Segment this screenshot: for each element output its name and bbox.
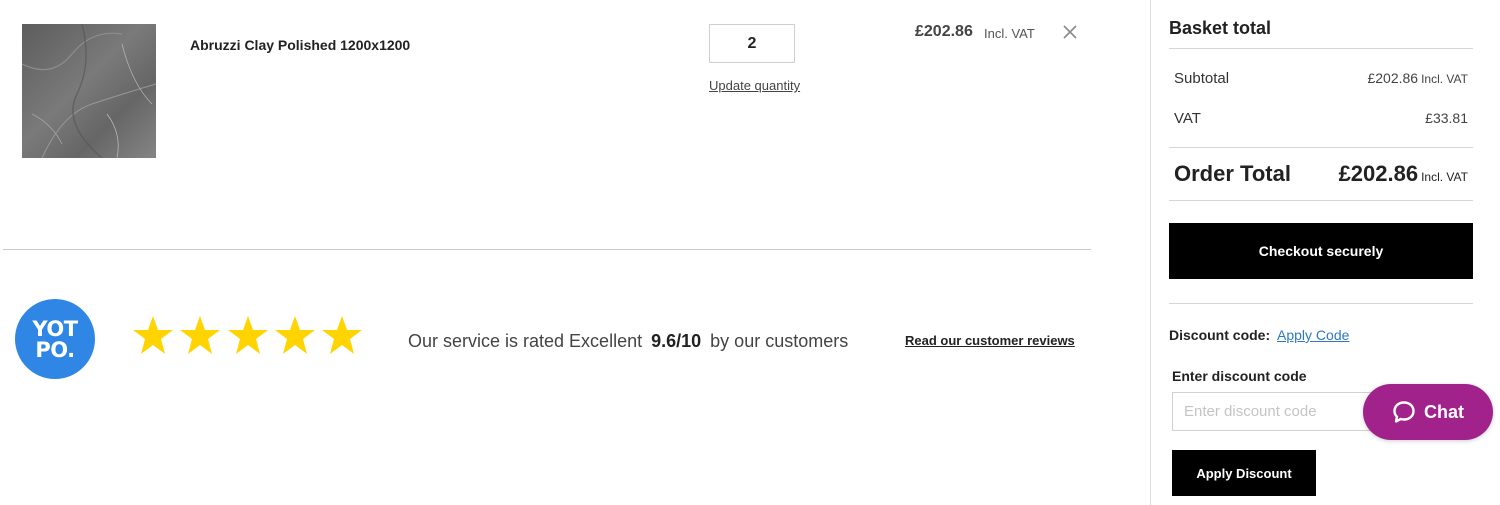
order-total-vat-label: Incl. VAT — [1421, 170, 1468, 184]
summary-divider — [1169, 200, 1473, 201]
update-quantity-link[interactable]: Update quantity — [709, 78, 800, 93]
summary-divider — [1169, 147, 1473, 148]
star-icon — [133, 316, 173, 354]
apply-code-link[interactable]: Apply Code — [1277, 327, 1349, 343]
yotpo-logo-line2: PO. — [35, 338, 75, 362]
subtotal-label: Subtotal — [1174, 70, 1230, 87]
chat-label: Chat — [1424, 401, 1464, 422]
rating-text: Our service is rated Excellent 9.6/10 by… — [408, 331, 848, 352]
rating-stars — [133, 316, 362, 354]
subtotal-vat-label: Incl. VAT — [1421, 72, 1468, 86]
enter-discount-label: Enter discount code — [1172, 368, 1307, 384]
star-icon — [180, 316, 220, 354]
subtotal-amount: £202.86 — [1367, 70, 1419, 86]
yotpo-logo-line1: YOT — [32, 317, 78, 341]
basket-page: Abruzzi Clay Polished 1200x1200 Update q… — [0, 0, 1500, 505]
yotpo-logo: YOT PO. — [15, 299, 95, 379]
chat-bubble-icon — [1393, 401, 1415, 423]
line-price-vat-label: Incl. VAT — [984, 26, 1035, 41]
summary-divider — [1169, 48, 1473, 49]
product-name[interactable]: Abruzzi Clay Polished 1200x1200 — [190, 37, 410, 53]
vat-value: £33.81 — [1425, 110, 1468, 126]
order-total-amount: £202.86 — [1338, 161, 1419, 186]
discount-code-label: Discount code: — [1169, 327, 1271, 343]
star-icon — [228, 316, 268, 354]
checkout-button[interactable]: Checkout securely — [1169, 223, 1473, 279]
discount-code-row: Discount code: Apply Code — [1169, 327, 1349, 343]
rating-text-after: by our customers — [710, 331, 849, 351]
basket-total-title: Basket total — [1169, 18, 1272, 38]
star-icon — [322, 316, 362, 354]
section-divider — [3, 249, 1091, 250]
close-icon[interactable] — [1063, 20, 1077, 44]
product-thumbnail[interactable] — [22, 24, 156, 158]
rating-score: 9.6/10 — [651, 331, 702, 351]
apply-discount-button[interactable]: Apply Discount — [1172, 450, 1316, 496]
summary-panel-border — [1150, 0, 1151, 505]
subtotal-value: £202.86 Incl. VAT — [1367, 70, 1468, 86]
order-total-value: £202.86 Incl. VAT — [1339, 161, 1468, 187]
rating-text-before: Our service is rated Excellent — [408, 331, 643, 351]
line-price: £202.86 — [915, 23, 973, 40]
summary-divider — [1169, 303, 1473, 304]
read-reviews-link[interactable]: Read our customer reviews — [905, 333, 1075, 348]
vat-label: VAT — [1174, 110, 1201, 127]
star-icon — [275, 316, 315, 354]
order-total-label: Order Total — [1174, 161, 1291, 186]
chat-button[interactable]: Chat — [1363, 384, 1493, 440]
quantity-input[interactable] — [709, 24, 795, 63]
